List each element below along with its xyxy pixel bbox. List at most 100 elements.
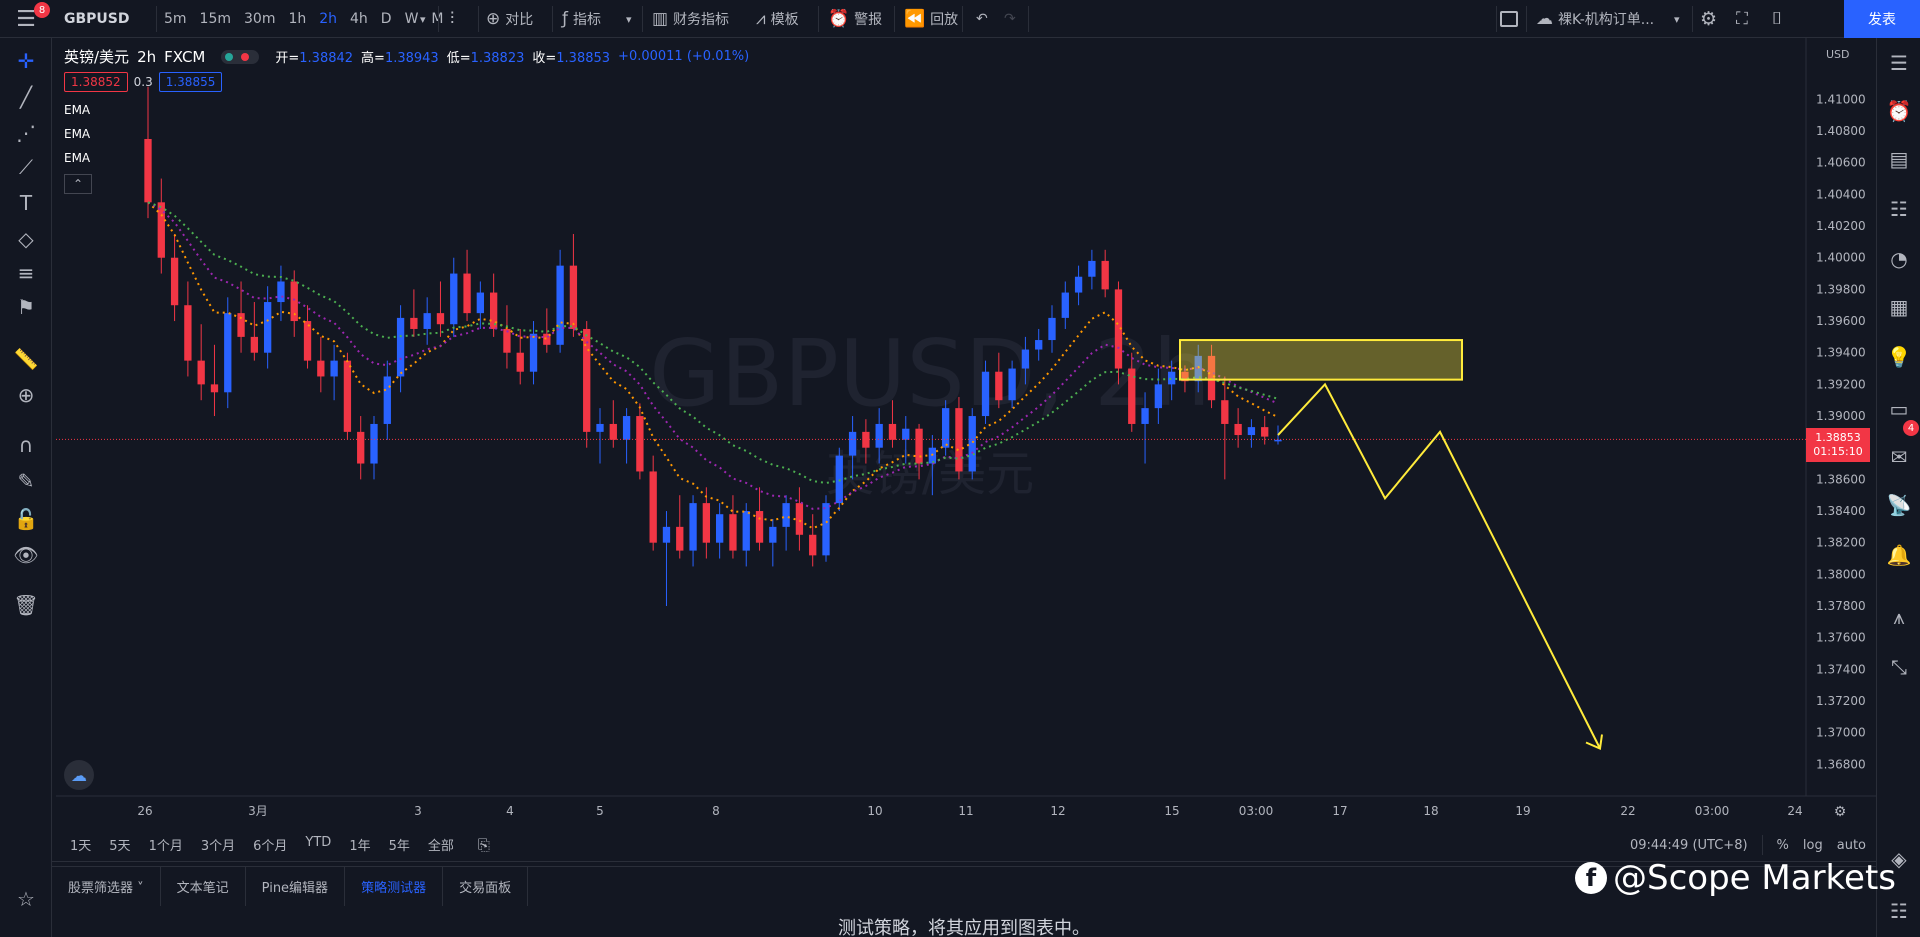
calendar-icon[interactable]: ▦ [1877, 290, 1920, 324]
ema-label-3[interactable]: EMA [64, 151, 90, 165]
broadcast-icon[interactable]: 📡 [1877, 488, 1920, 522]
flag-icon[interactable]: ⚑ [0, 292, 52, 322]
calendar-list-icon[interactable]: ☷ [1877, 192, 1920, 226]
measure-lines-icon[interactable]: ≡ [0, 258, 52, 288]
watchlist-icon[interactable]: ☰ [1877, 46, 1920, 80]
interval-D[interactable]: D [381, 11, 392, 27]
ema-label-2[interactable]: EMA [64, 127, 90, 141]
auto-scale-toggle[interactable]: auto [1837, 838, 1866, 853]
right-sidebar: ☰ ⏰ ▤ ☷ ◔ ▦ 💡 ▭ ✉ 4 📡 🔔 ⩚ ⤡ ◈ ☷ [1876, 38, 1920, 937]
change-value: +0.00011 (+0.01%) [618, 49, 750, 64]
collapse-legend-button[interactable]: ⌃ [64, 174, 92, 194]
candle-body [370, 423, 378, 464]
range-6个月[interactable]: 6个月 [253, 835, 287, 854]
percent-scale-toggle[interactable]: % [1777, 838, 1789, 853]
templates-button[interactable]: ⩘ 模板 [756, 0, 799, 38]
interval-15m[interactable]: 15m [200, 11, 231, 27]
range-YTD[interactable]: YTD [305, 835, 331, 854]
goto-date-icon[interactable]: ⎘ [478, 836, 490, 854]
depth-icon[interactable]: ⤡ [1877, 650, 1920, 684]
range-1个月[interactable]: 1个月 [149, 835, 183, 854]
replay-button[interactable]: ⏪ 回放 [904, 0, 958, 38]
candle-body [795, 503, 804, 535]
interval-W[interactable]: W [405, 11, 419, 27]
range-全部[interactable]: 全部 [428, 835, 454, 854]
trash-icon[interactable]: 🗑 [0, 590, 52, 620]
undo-icon[interactable]: ↶ [976, 0, 988, 38]
interval-1h[interactable]: 1h [288, 11, 306, 27]
interval-30m[interactable]: 30m [244, 11, 275, 27]
range-1天[interactable]: 1天 [70, 835, 91, 854]
text-icon[interactable]: T [0, 188, 52, 218]
ruler-icon[interactable]: 📏 [0, 344, 52, 374]
bid-button[interactable]: 1.38852 [64, 72, 128, 92]
candle-body [835, 455, 843, 504]
range-1年[interactable]: 1年 [349, 835, 370, 854]
tab-3[interactable]: 策略测试器 [345, 867, 444, 906]
range-5年[interactable]: 5年 [389, 835, 410, 854]
layout-name[interactable]: ☁ 裸K-机构订单... [1536, 0, 1654, 38]
interval-4h[interactable]: 4h [350, 11, 368, 27]
bell-icon[interactable]: 🔔 [1877, 538, 1920, 572]
trend-line-icon[interactable]: ╱ [0, 82, 52, 112]
fullscreen-icon[interactable]: ⛶ [1736, 0, 1748, 38]
ask-button[interactable]: 1.38855 [158, 72, 223, 92]
fib-icon[interactable]: ⋰ [0, 118, 52, 148]
y-tick-label: 1.37800 [1816, 599, 1866, 613]
symbol-name[interactable]: 英镑/美元 [64, 46, 129, 67]
pattern-icon[interactable]: ⟋ [0, 152, 52, 182]
x-tick-label: 15 [1164, 804, 1179, 818]
zoom-in-icon[interactable]: ⊕ [0, 380, 52, 410]
magnet-icon[interactable]: ∩ [0, 430, 52, 460]
alarm-clock-icon[interactable]: ⏰ [1877, 94, 1920, 128]
alert-button[interactable]: ⏰ 警报 [828, 0, 882, 38]
range-3个月[interactable]: 3个月 [201, 835, 235, 854]
range-5天[interactable]: 5天 [109, 835, 130, 854]
news-icon[interactable]: ▤ [1877, 142, 1920, 176]
tab-0[interactable]: 股票筛选器 ˅ [52, 867, 161, 906]
tab-2[interactable]: Pine编辑器 [246, 867, 346, 906]
publish-button[interactable]: 发表 [1844, 0, 1920, 38]
star-icon[interactable]: ☆ [0, 884, 52, 914]
y-tick-label: 1.40600 [1816, 156, 1866, 170]
financials-button[interactable]: ▥ 财务指标 [652, 0, 729, 38]
chart-canvas[interactable]: 1.41000 1.40800 1.40600 1.40400 1.40200 1.400… [0, 0, 1920, 937]
candle-body [875, 423, 883, 448]
ema-label-1[interactable]: EMA [64, 103, 90, 117]
camera-icon[interactable]: ⌷ [1772, 0, 1782, 38]
candle-body [596, 423, 604, 432]
lock-icon[interactable]: 🔓 [0, 504, 52, 534]
redo-icon[interactable]: ↷ [1004, 0, 1016, 38]
interval-2h[interactable]: 2h [319, 11, 337, 27]
chevron-down-icon[interactable]: ▾ [1674, 0, 1680, 38]
compare-button[interactable]: ⊕ 对比 [486, 0, 533, 38]
indicators-button[interactable]: ƒ 指标 [562, 0, 601, 38]
x-tick-label: 3月 [248, 804, 268, 818]
y-tick-label: 1.39400 [1816, 346, 1866, 360]
eye-icon[interactable]: 👁 [0, 540, 52, 570]
log-scale-toggle[interactable]: log [1803, 838, 1823, 853]
fullscreen-layout-icon[interactable] [1500, 0, 1518, 38]
bar-style-icon[interactable]: ⫶ [450, 0, 459, 38]
candle-body [144, 138, 152, 203]
axis-settings-icon[interactable]: ⚙ [1834, 804, 1847, 820]
candle-body [1167, 371, 1176, 385]
tradingview-logo-icon[interactable]: ☁ [64, 760, 94, 790]
clock-icon[interactable]: ◔ [1877, 242, 1920, 276]
symbol-search[interactable]: GBPUSD [64, 0, 130, 38]
streams-icon[interactable]: ⩚ [1877, 600, 1920, 634]
crosshair-icon[interactable]: ✛ [0, 46, 52, 76]
lightbulb-icon[interactable]: 💡 [1877, 340, 1920, 374]
tab-4[interactable]: 交易面板 [443, 867, 529, 906]
interval-5m[interactable]: 5m [164, 11, 187, 27]
candle-body [157, 202, 165, 258]
tab-1[interactable]: 文本笔记 [161, 867, 246, 906]
shape-icon[interactable]: ◇ [0, 224, 52, 254]
pencil-lock-icon[interactable]: ✎ [0, 466, 52, 496]
chevron-down-icon[interactable]: ▾ [626, 0, 632, 38]
chevron-down-icon[interactable]: ▾ [420, 0, 426, 38]
clock-time[interactable]: 09:44:49 (UTC+8) [1630, 838, 1748, 853]
messages-icon[interactable]: ✉ [1877, 440, 1920, 474]
more-icon[interactable]: ☷ [1877, 894, 1920, 928]
gear-icon[interactable]: ⚙ [1700, 0, 1717, 38]
